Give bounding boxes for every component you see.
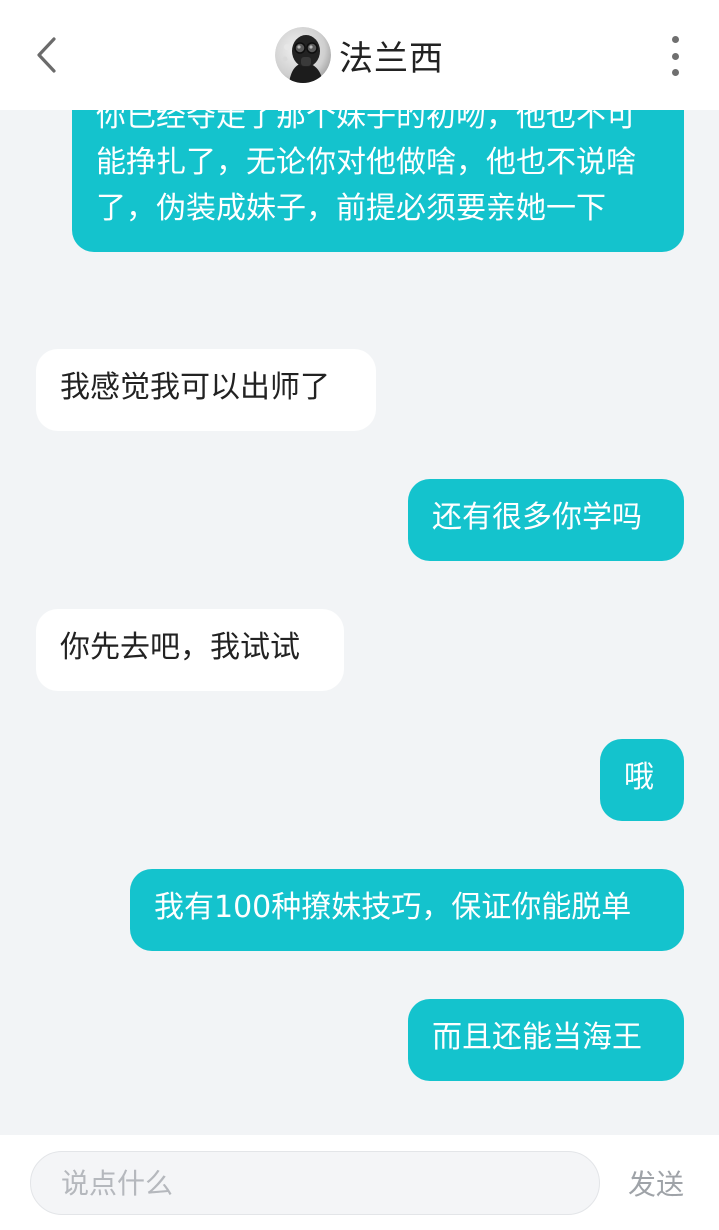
avatar[interactable] [275, 27, 331, 83]
message-bubble-outgoing: 而且还能当海王 [408, 999, 684, 1081]
more-options-button[interactable] [665, 36, 685, 76]
more-dot [671, 52, 679, 60]
chat-screen: 法兰西 你已经夺走了那个妹子的初吻，他也不可能挣扎了，无论你对他做啥，他也不说啥… [0, 0, 719, 1230]
message-bubble-outgoing: 哦 [600, 739, 684, 821]
message-input[interactable] [30, 1151, 600, 1215]
message-bubble-outgoing: 还有很多你学吗 [408, 479, 684, 561]
message-bubble-outgoing: 我有100种撩妹技巧，保证你能脱单 [130, 869, 684, 951]
more-vertical-icon [671, 36, 679, 43]
message-bubble-incoming: 我感觉我可以出师了 [36, 349, 376, 431]
message-list[interactable]: 你已经夺走了那个妹子的初吻，他也不可能挣扎了，无论你对他做啥，他也不说啥了，伪装… [0, 110, 719, 1135]
composer-bar: 发送 [0, 1135, 719, 1230]
send-button[interactable]: 发送 [628, 1163, 684, 1203]
chat-header: 法兰西 [0, 0, 719, 110]
message-bubble-incoming: 你先去吧，我试试 [36, 609, 344, 691]
more-dot [671, 69, 679, 76]
message-bubble-outgoing: 你已经夺走了那个妹子的初吻，他也不可能挣扎了，无论你对他做啥，他也不说啥了，伪装… [72, 110, 684, 252]
chat-title-area: 法兰西 [0, 26, 719, 84]
page-title: 法兰西 [339, 38, 444, 79]
